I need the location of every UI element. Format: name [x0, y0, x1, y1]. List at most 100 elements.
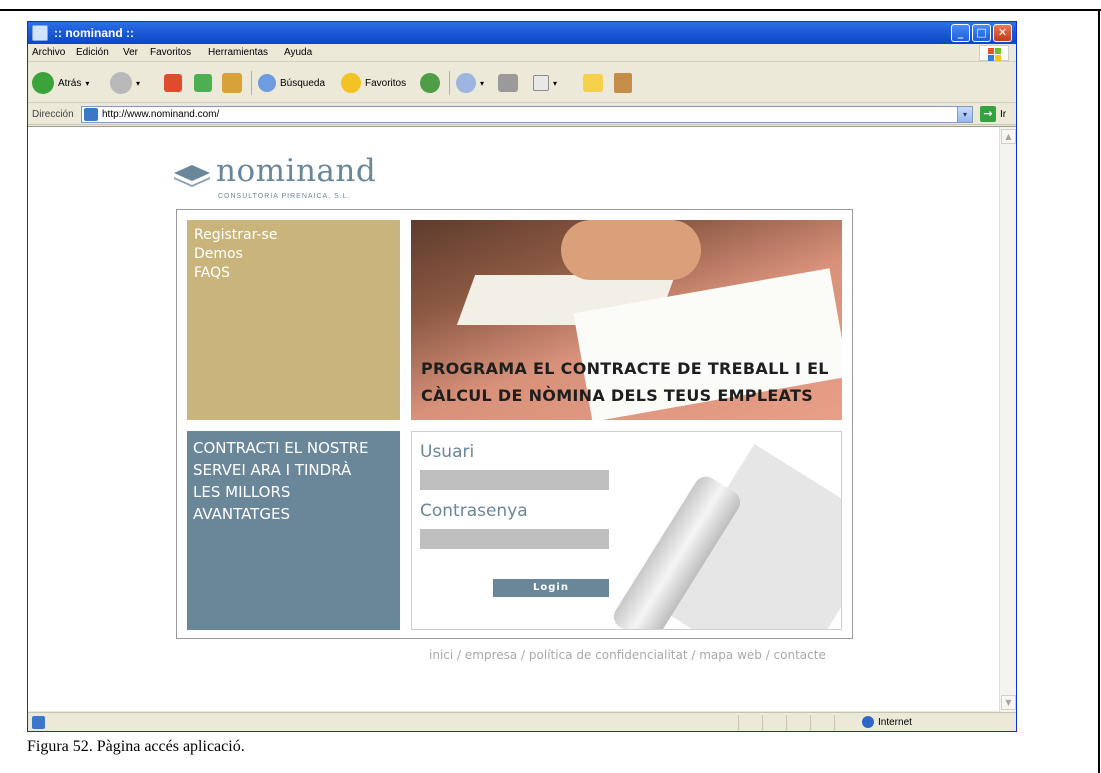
- search-icon: [258, 74, 276, 92]
- close-button[interactable]: ✕: [993, 24, 1012, 42]
- link-registrar-se[interactable]: Registrar-se: [194, 226, 393, 245]
- nominand-logo-icon: [174, 165, 210, 187]
- menu-favoritos[interactable]: Favoritos: [150, 47, 191, 58]
- title-bar[interactable]: :: nominand :: _ □ ✕: [28, 22, 1016, 44]
- refresh-icon: [194, 74, 212, 92]
- favorites-star-icon: [341, 73, 361, 93]
- internet-globe-icon: [862, 716, 874, 728]
- promo-panel: CONTRACTI EL NOSTRE SERVEI ARA I TINDRÀ …: [187, 431, 400, 630]
- window-title: :: nominand ::: [54, 26, 134, 40]
- address-label: Dirección: [32, 109, 74, 120]
- mail-button[interactable]: ▾: [456, 71, 484, 95]
- history-button[interactable]: [420, 71, 440, 95]
- research-books-icon: [614, 73, 632, 93]
- stop-button[interactable]: [164, 71, 182, 95]
- link-demos[interactable]: Demos: [194, 245, 393, 264]
- status-pane: [834, 715, 858, 730]
- forward-button[interactable]: ▾: [110, 71, 140, 95]
- minimize-button[interactable]: _: [951, 24, 970, 42]
- site-content-box: Registrar-se Demos FAQS PROGRAMA EL CONT…: [176, 209, 853, 639]
- discuss-button[interactable]: [583, 71, 603, 95]
- menu-ayuda[interactable]: Ayuda: [284, 47, 312, 58]
- standard-toolbar: Atrás ▾ ▾ Búsqueda Favoritos ▾ ▾: [28, 63, 1016, 103]
- ie-page-icon: [32, 25, 48, 41]
- link-faqs[interactable]: FAQS: [194, 264, 393, 283]
- toolbar-separator: [251, 71, 252, 95]
- status-pane: [810, 715, 834, 730]
- stop-icon: [164, 74, 182, 92]
- menu-edicion[interactable]: Edición: [76, 47, 109, 58]
- address-url[interactable]: http://www.nominand.com/: [102, 109, 219, 120]
- edit-button[interactable]: ▾: [533, 71, 557, 95]
- forward-dropdown-icon[interactable]: ▾: [136, 79, 140, 88]
- ie-page-icon: [84, 108, 98, 121]
- mail-icon: [456, 73, 476, 93]
- document-figure: :: nominand :: _ □ ✕ Archivo Edición Ver…: [0, 0, 1101, 773]
- status-bar: Internet: [28, 712, 1016, 731]
- hero-headline-line-2: CÀLCUL DE NÒMINA DELS TEUS EMPLEATS: [421, 386, 814, 405]
- address-input[interactable]: http://www.nominand.com/ ▾: [81, 106, 973, 123]
- page-status-icon: [32, 716, 45, 729]
- page-viewport: nominand CONSULTORIA PIRENAICA, S.L. Reg…: [28, 126, 1016, 712]
- menu-archivo[interactable]: Archivo: [32, 47, 65, 58]
- maximize-button[interactable]: □: [972, 24, 991, 42]
- username-label: Usuari: [420, 442, 475, 462]
- password-label: Contrasenya: [420, 501, 528, 521]
- back-arrow-icon: [32, 72, 54, 94]
- brand-tagline: CONSULTORIA PIRENAICA, S.L.: [218, 193, 351, 200]
- menu-herramientas[interactable]: Herramientas: [208, 47, 268, 58]
- favorites-button[interactable]: Favoritos: [341, 71, 406, 95]
- figure-border-top: [0, 9, 1101, 11]
- back-button[interactable]: Atrás ▾: [32, 71, 89, 95]
- security-zone-label: Internet: [878, 717, 912, 728]
- favorites-label: Favoritos: [365, 77, 407, 89]
- home-icon: [222, 73, 242, 93]
- hero-headline-line-1: PROGRAMA EL CONTRACTE DE TREBALL I EL: [421, 359, 829, 378]
- windows-logo-icon: [979, 45, 1009, 61]
- mail-dropdown-icon[interactable]: ▾: [480, 79, 484, 88]
- hero-hands-image: [561, 220, 701, 280]
- side-links-panel: Registrar-se Demos FAQS: [187, 220, 400, 420]
- login-button[interactable]: Login: [493, 579, 609, 597]
- promo-line-3: LES MILLORS: [193, 483, 291, 501]
- word-edit-icon: [533, 75, 549, 91]
- figure-border-right: [1098, 9, 1100, 773]
- browser-window: :: nominand :: _ □ ✕ Archivo Edición Ver…: [27, 21, 1017, 732]
- password-input[interactable]: [420, 529, 609, 549]
- search-button[interactable]: Búsqueda: [258, 71, 325, 95]
- edit-dropdown-icon[interactable]: ▾: [553, 79, 557, 88]
- hero-headline: PROGRAMA EL CONTRACTE DE TREBALL I EL CÀ…: [421, 355, 829, 409]
- menu-bar: Archivo Edición Ver Favoritos Herramient…: [28, 44, 1016, 62]
- go-button[interactable]: Ir: [1000, 109, 1006, 120]
- print-button[interactable]: [498, 71, 518, 95]
- footer-links[interactable]: inici / empresa / política de confidenci…: [429, 648, 826, 662]
- home-button[interactable]: [222, 71, 242, 95]
- back-label: Atrás: [58, 77, 82, 89]
- address-dropdown-icon[interactable]: ▾: [957, 107, 972, 122]
- print-icon: [498, 74, 518, 92]
- folder-icon: [583, 74, 603, 92]
- status-pane: [738, 715, 762, 730]
- scroll-down-icon[interactable]: ▼: [1001, 695, 1016, 710]
- back-dropdown-icon[interactable]: ▾: [85, 79, 89, 88]
- search-label: Búsqueda: [280, 77, 326, 89]
- go-arrow-icon[interactable]: →: [980, 106, 996, 122]
- menu-ver[interactable]: Ver: [123, 47, 138, 58]
- promo-line-2: SERVEI ARA I TINDRÀ: [193, 461, 352, 479]
- vertical-scrollbar[interactable]: ▲ ▼: [999, 127, 1016, 712]
- status-pane: [762, 715, 786, 730]
- forward-arrow-icon: [110, 72, 132, 94]
- research-button[interactable]: [614, 71, 632, 95]
- scroll-up-icon[interactable]: ▲: [1001, 129, 1016, 144]
- toolbar-separator: [449, 71, 450, 95]
- brand-name: nominand: [216, 153, 377, 189]
- figure-caption: Figura 52. Pàgina accés aplicació.: [27, 738, 245, 755]
- history-icon: [420, 73, 440, 93]
- refresh-button[interactable]: [194, 71, 212, 95]
- status-pane: [786, 715, 810, 730]
- username-input[interactable]: [420, 470, 609, 490]
- login-panel: Usuari Contrasenya Login: [411, 431, 842, 630]
- hero-banner: PROGRAMA EL CONTRACTE DE TREBALL I EL CÀ…: [411, 220, 842, 420]
- promo-line-1: CONTRACTI EL NOSTRE: [193, 439, 369, 457]
- promo-line-4: AVANTATGES: [193, 505, 290, 523]
